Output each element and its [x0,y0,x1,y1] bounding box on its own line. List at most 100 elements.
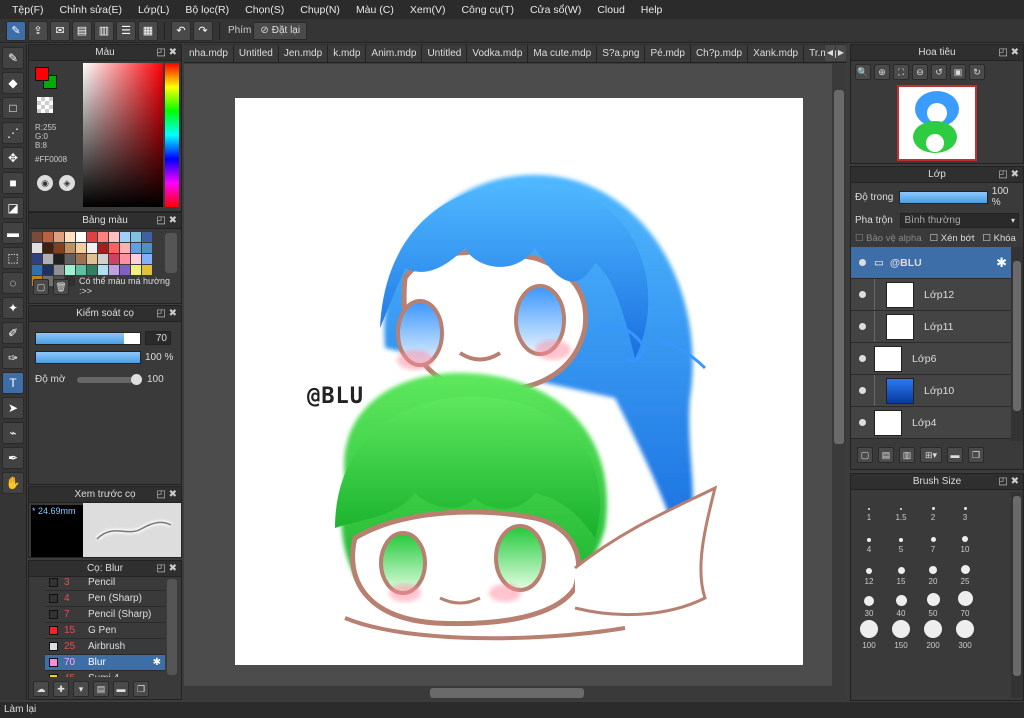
select-rect-icon[interactable]: ⬚ [2,247,24,269]
select-eraser-icon[interactable]: ✑ [2,347,24,369]
color-palette-icon[interactable]: ◈ [59,175,75,191]
gear-icon[interactable]: ✱ [153,657,161,668]
export-icon[interactable]: ⇪ [28,20,48,41]
document-tab[interactable]: Ma cute.mdp [528,45,598,62]
palette-swatch[interactable] [98,265,108,275]
palette-swatch[interactable] [43,254,53,264]
comment-icon[interactable]: ✉ [50,20,70,41]
palette-swatch[interactable] [142,254,152,264]
brush-size-scrollbar[interactable] [1011,492,1023,698]
palette-swatch[interactable] [32,243,42,253]
brush-add-icon[interactable]: ✚ [53,681,69,697]
text-tool-icon[interactable]: T [2,372,24,394]
document-tab[interactable]: Untitled [233,45,279,62]
palette-swatch[interactable] [131,243,141,253]
palette-swatch[interactable] [98,243,108,253]
brush-size-cell[interactable]: 4 [853,522,885,554]
close-icon[interactable]: ◰ ✖ [998,167,1019,183]
canvas-vertical-scrollbar[interactable] [832,64,846,686]
layer-row[interactable]: Lớp6 [851,343,1011,375]
layer-row[interactable]: Lớp4 [851,407,1011,439]
drawing-canvas[interactable]: @BLU [235,98,803,665]
palette-swatch[interactable] [43,232,53,242]
brush-list-scrollbar[interactable] [167,579,177,675]
palette-swatch[interactable] [120,254,130,264]
protect-alpha-option[interactable]: ☐ Bảo vệ alpha [855,233,922,244]
move-tool-icon[interactable]: ✥ [2,147,24,169]
brush-list-item[interactable]: 25 Airbrush [45,639,165,655]
brush-size-cell[interactable]: 12 [853,554,885,586]
palette-swatch[interactable] [142,265,152,275]
palette-swatch[interactable] [120,243,130,253]
palette-swatch[interactable] [65,254,75,264]
layer-row[interactable]: Lớp10 [851,375,1011,407]
brush-size-cell[interactable]: 70 [949,586,981,618]
brush-folder-icon[interactable]: ▬ [113,681,129,697]
brush-opacity-slider[interactable] [35,351,141,364]
menu-item[interactable]: Chụp(N) [292,4,348,16]
palette-swatch[interactable] [109,243,119,253]
menu-item[interactable]: Xem(V) [402,4,454,16]
brush-cloud-icon[interactable]: ☁ [33,681,49,697]
brush-list-item[interactable]: 7 Pencil (Sharp) [45,607,165,623]
grid-icon[interactable]: ▦ [138,20,158,41]
brush-size-cell[interactable]: 5 [885,522,917,554]
close-icon[interactable]: ◰ ✖ [156,487,177,503]
palette-swatch[interactable] [131,265,141,275]
divide-icon[interactable]: ⌁ [2,422,24,444]
palette-swatch[interactable] [32,254,42,264]
menu-item[interactable]: Màu (C) [348,4,402,16]
brush-size-cell[interactable]: 30 [853,586,885,618]
close-icon[interactable]: ◰ ✖ [998,474,1019,490]
brush-list-item[interactable]: 3 Pencil [45,575,165,591]
document-tab[interactable]: S?a.png [597,45,646,62]
tab-scroll-left-icon[interactable]: ◀ [825,45,835,61]
layer-row[interactable]: Lớp12 [851,279,1011,311]
panel-icon[interactable]: ▤ [72,20,92,41]
fill-rect-tool-icon[interactable]: ■ [2,172,24,194]
palette-swatch[interactable] [87,254,97,264]
palette-swatch[interactable] [98,232,108,242]
palette-swatch[interactable] [76,265,86,275]
color-wheel-icon[interactable]: ◉ [37,175,53,191]
zoom-out-icon[interactable]: ⊖ [912,64,928,80]
document-tab[interactable]: Ch?p.mdp [690,45,749,62]
palette-swatch[interactable] [131,232,141,242]
menu-item[interactable]: Chọn(S) [237,4,292,16]
document-tab[interactable]: Anim.mdp [366,45,423,62]
saturation-value-field[interactable] [83,63,163,207]
brush-size-cell[interactable]: 7 [917,522,949,554]
brush-size-cell[interactable]: 3 [949,490,981,522]
brush-size-cell[interactable]: 40 [885,586,917,618]
rotate-left-icon[interactable]: ↺ [931,64,947,80]
brush-list-item[interactable]: 4 Pen (Sharp) [45,591,165,607]
layer-opacity-slider[interactable] [899,190,988,204]
brush-size-cell[interactable]: 10 [949,522,981,554]
brush-size-cell[interactable]: 300 [949,618,981,650]
document-tab[interactable]: nha.mdp [184,45,234,62]
new-folder-icon[interactable]: ▬ [947,447,963,463]
brush-duplicate-icon[interactable]: ❐ [133,681,149,697]
canvas-area[interactable]: @BLU [184,64,846,686]
layer-menu-icon[interactable]: ⊞▾ [920,447,942,463]
blend-select[interactable]: Bình thường ▾ [900,213,1019,228]
brush-page-icon[interactable]: ▤ [93,681,109,697]
layer-scrollbar[interactable] [1011,247,1023,441]
palette-swatch[interactable] [54,265,64,275]
menu-item[interactable]: Bộ lọc(R) [177,4,237,16]
foreground-swatch[interactable] [35,67,49,81]
brush-size-cell[interactable]: 20 [917,554,949,586]
palette-swatch[interactable] [120,265,130,275]
document-tab[interactable]: Xank.mdp [748,45,805,62]
hue-slider[interactable] [165,63,179,207]
clipping-option[interactable]: ☐ Xén bớt [930,233,975,244]
palette-swatch[interactable] [109,232,119,242]
palette-swatch[interactable] [32,265,42,275]
document-tab[interactable]: Vodka.mdp [467,45,529,62]
brush-list-item[interactable]: 45Sumi 4 [45,671,165,677]
brush-size-cell[interactable]: 1 [853,490,885,522]
document-tab[interactable]: Untitled [422,45,468,62]
brush-list-item[interactable]: 15 G Pen [45,623,165,639]
operation-icon[interactable]: ➤ [2,397,24,419]
palette-swatch[interactable] [109,254,119,264]
